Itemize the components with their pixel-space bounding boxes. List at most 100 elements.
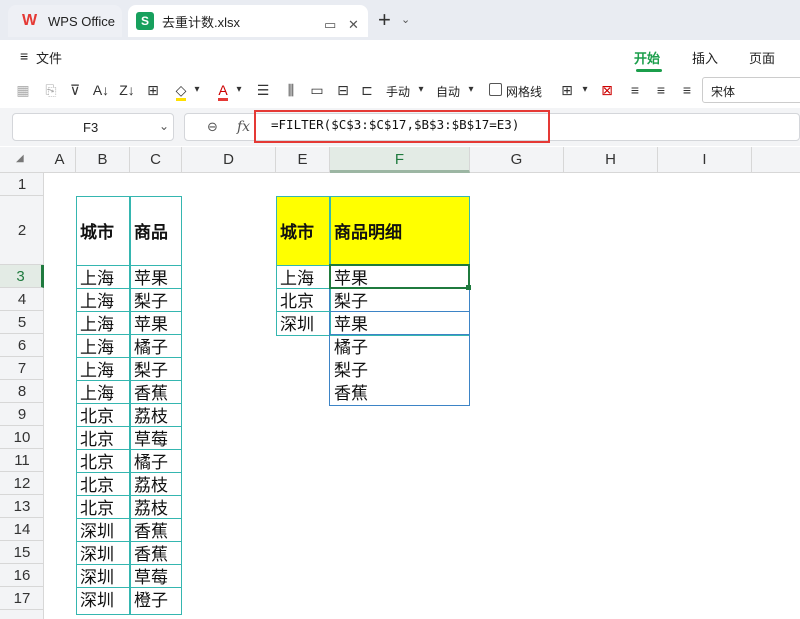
clear-icon[interactable]: ⊠ — [598, 81, 616, 99]
header-product[interactable]: 商品 — [130, 196, 182, 265]
column-header[interactable]: C — [130, 147, 182, 173]
chevron-down-icon[interactable]: ▾ — [462, 81, 480, 99]
table-cell[interactable]: 深圳 — [76, 541, 130, 565]
row-header[interactable]: 15 — [0, 541, 44, 564]
table-cell[interactable]: 深圳 — [76, 564, 130, 588]
row-header[interactable]: 10 — [0, 426, 44, 449]
table-cell[interactable]: 荔枝 — [130, 472, 182, 496]
select-all-icon[interactable]: ◢ — [16, 153, 24, 164]
table-cell[interactable]: 深圳 — [76, 587, 130, 611]
table-cell[interactable]: 梨子 — [330, 357, 470, 381]
name-box[interactable]: F3 ⌄ — [12, 113, 174, 141]
table-cell[interactable]: 北京 — [76, 472, 130, 496]
table-cell[interactable]: 北京 — [276, 288, 330, 312]
header-product-detail[interactable]: 商品明细 — [330, 196, 470, 265]
fill-handle[interactable] — [466, 285, 471, 290]
table-cell[interactable]: 梨子 — [130, 288, 182, 312]
row-header[interactable]: 8 — [0, 380, 44, 403]
table-cell[interactable]: 上海 — [76, 334, 130, 358]
wrap-icon[interactable]: ▭ — [308, 81, 326, 99]
table-cell[interactable]: 香蕉 — [130, 380, 182, 404]
chevron-down-icon[interactable]: ▾ — [188, 81, 206, 99]
freeze-icon[interactable]: ⊏ — [358, 81, 376, 99]
column-header[interactable]: E — [276, 147, 330, 173]
row-header[interactable]: 1 — [0, 173, 44, 196]
font-select[interactable]: 宋体 — [702, 77, 800, 103]
align-left-icon[interactable]: ≡ — [626, 81, 644, 99]
align-right-icon[interactable]: ≡ — [678, 81, 696, 99]
paste-icon[interactable]: ⎘ — [42, 81, 60, 99]
column-header-active[interactable]: F — [330, 147, 470, 173]
table-cell[interactable]: 上海 — [76, 265, 130, 289]
header-city[interactable]: 城市 — [76, 196, 130, 265]
table-cell[interactable]: 上海 — [276, 265, 330, 289]
column-icon[interactable]: ⫼ — [282, 81, 300, 99]
table-cell[interactable]: 梨子 — [130, 357, 182, 381]
column-header[interactable]: A — [44, 147, 76, 173]
table-cell[interactable]: 荔枝 — [130, 495, 182, 519]
fx-icon[interactable]: fx — [237, 119, 250, 135]
hamburger-icon[interactable]: ≡ — [20, 48, 28, 64]
table-cell[interactable]: 上海 — [76, 380, 130, 404]
row-header[interactable]: 11 — [0, 449, 44, 472]
table-cell[interactable]: 梨子 — [330, 288, 470, 312]
table-cell[interactable]: 香蕉 — [130, 518, 182, 542]
table-style-icon[interactable]: ⊞ — [558, 81, 576, 99]
table-cell[interactable]: 橘子 — [130, 449, 182, 473]
chevron-down-icon[interactable]: ⌄ — [159, 119, 169, 133]
table-cell[interactable]: 香蕉 — [130, 541, 182, 565]
align-center-icon[interactable]: ≡ — [652, 81, 670, 99]
table-cell[interactable]: 橘子 — [130, 334, 182, 358]
chevron-down-icon[interactable]: ▾ — [576, 81, 594, 99]
menu-insert[interactable]: 插入 — [692, 48, 718, 67]
filter-icon[interactable]: ⊽ — [66, 81, 84, 99]
table-cell[interactable]: 苹果 — [130, 311, 182, 335]
row-header[interactable]: 6 — [0, 334, 44, 357]
selected-cell[interactable] — [329, 264, 470, 289]
close-icon[interactable]: ✕ — [348, 17, 359, 33]
table-cell[interactable]: 上海 — [76, 357, 130, 381]
row-header[interactable]: 16 — [0, 564, 44, 587]
column-header[interactable]: D — [182, 147, 276, 173]
chevron-down-icon[interactable]: ▾ — [412, 81, 430, 99]
column-header[interactable]: G — [470, 147, 564, 173]
menu-file[interactable]: 文件 — [36, 48, 62, 67]
row-header[interactable]: 4 — [0, 288, 44, 311]
column-header[interactable]: H — [564, 147, 658, 173]
gridlines-checkbox[interactable] — [489, 83, 502, 96]
row-header[interactable]: 12 — [0, 472, 44, 495]
zoom-icon[interactable]: ⊖ — [207, 119, 218, 135]
row-header[interactable]: 17 — [0, 587, 44, 610]
new-tab-button[interactable]: + — [378, 7, 391, 33]
row-header-active[interactable]: 3 — [0, 265, 44, 288]
menu-start[interactable]: 开始 — [634, 48, 660, 67]
align-icon[interactable]: ☰ — [254, 81, 272, 99]
border-icon[interactable]: ⊞ — [144, 81, 162, 99]
table-cell[interactable]: 上海 — [76, 311, 130, 335]
tab-wps-office[interactable]: W WPS Office — [8, 5, 122, 37]
table-cell[interactable]: 草莓 — [130, 564, 182, 588]
table-cell[interactable]: 上海 — [76, 288, 130, 312]
table-cell[interactable]: 北京 — [76, 426, 130, 450]
table-cell[interactable]: 苹果 — [130, 265, 182, 289]
column-header[interactable]: I — [658, 147, 752, 173]
table-cell[interactable]: 荔枝 — [130, 403, 182, 427]
header-city[interactable]: 城市 — [276, 196, 330, 265]
row-header[interactable]: 2 — [0, 196, 44, 265]
tab-workbook[interactable]: S 去重计数.xlsx ▭ ✕ — [128, 5, 368, 37]
table-cell[interactable]: 北京 — [76, 403, 130, 427]
row-header[interactable]: 14 — [0, 518, 44, 541]
sort-ascending-icon[interactable]: A↓ — [92, 81, 110, 99]
table-cell[interactable]: 香蕉 — [330, 380, 470, 404]
table-cell[interactable]: 深圳 — [76, 518, 130, 542]
chevron-down-icon[interactable]: ▾ — [230, 81, 248, 99]
chevron-down-icon[interactable]: ⌄ — [401, 13, 410, 26]
table-cell[interactable]: 北京 — [76, 449, 130, 473]
table-cell[interactable]: 深圳 — [276, 311, 330, 335]
manual-calc-button[interactable]: 手动 — [386, 83, 410, 100]
menu-page[interactable]: 页面 — [749, 48, 775, 67]
table-cell[interactable]: 橙子 — [130, 587, 182, 611]
row-header[interactable]: 9 — [0, 403, 44, 426]
table-cell[interactable]: 北京 — [76, 495, 130, 519]
column-header[interactable]: B — [76, 147, 130, 173]
